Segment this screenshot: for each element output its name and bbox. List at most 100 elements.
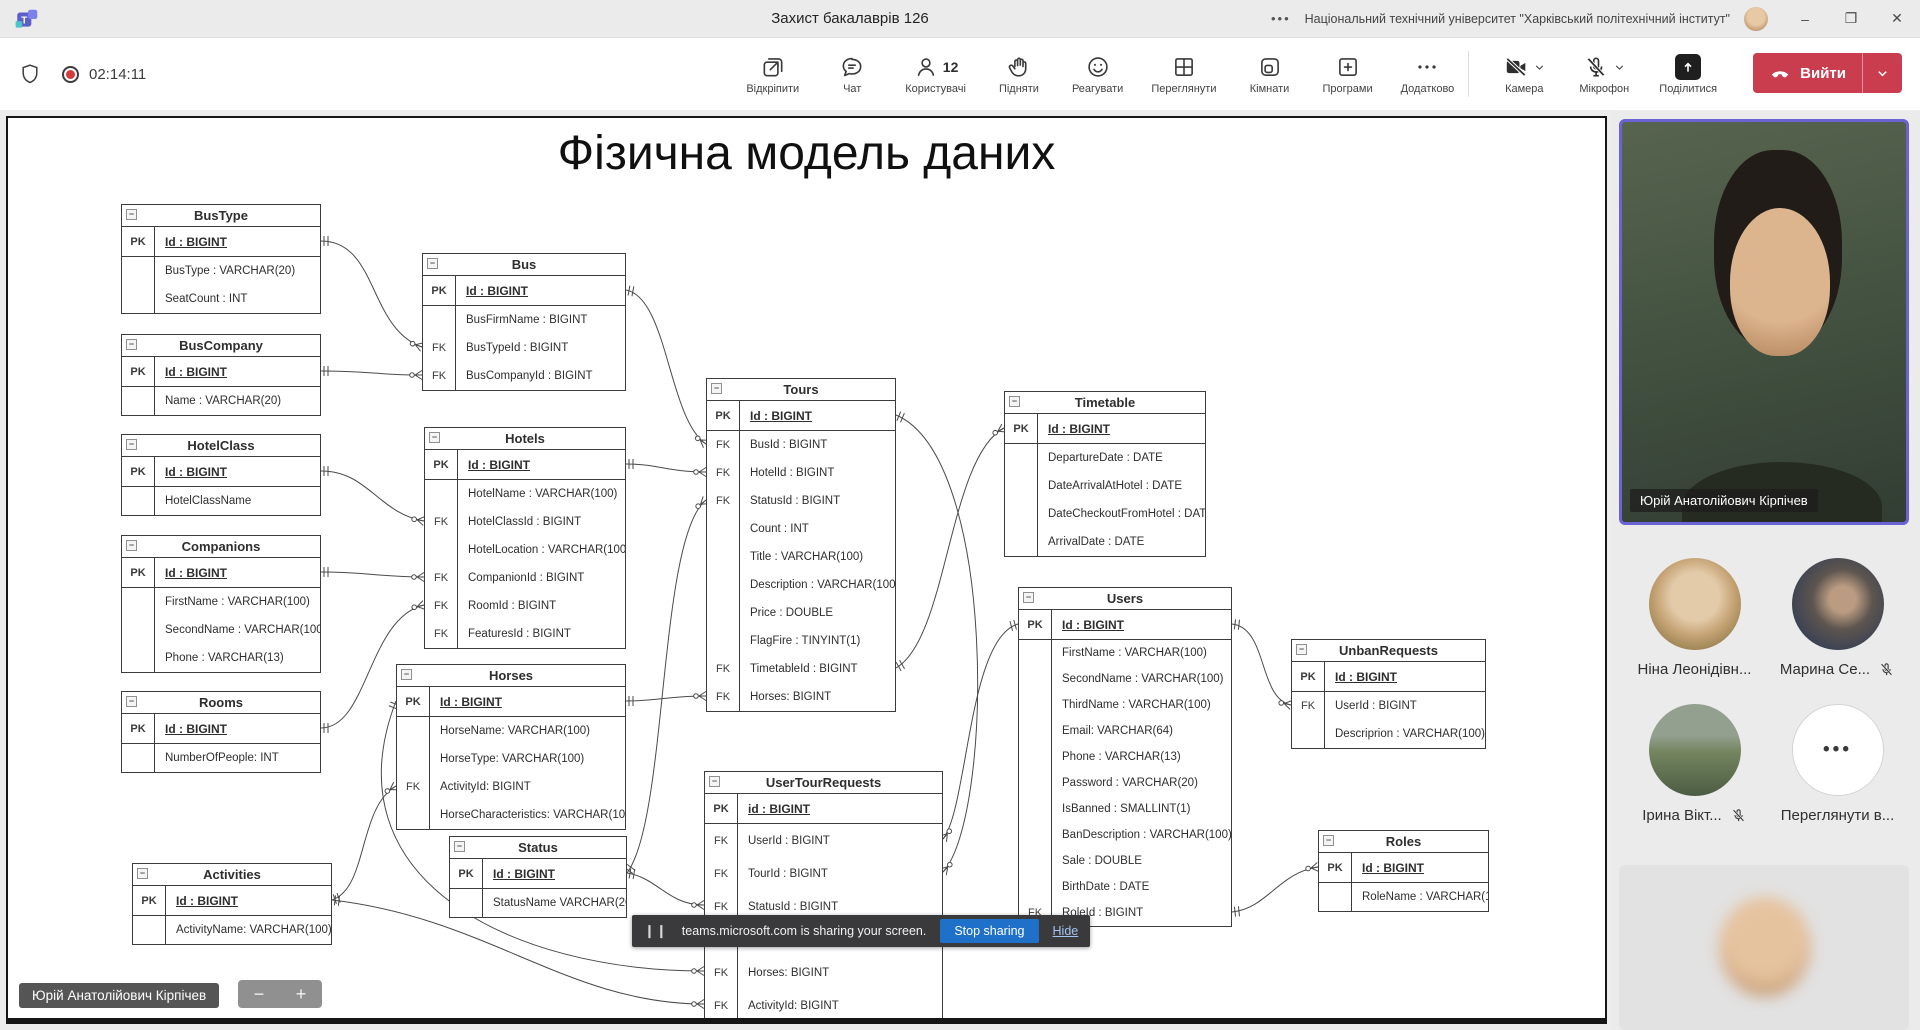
table-row: FKActivityId: BIGINT (397, 773, 625, 801)
active-speaker-video[interactable]: Юрій Анатолійович Кірпічев (1619, 119, 1909, 525)
unpin-icon (760, 54, 786, 80)
people-button[interactable]: 12Користувачі (901, 49, 970, 99)
rooms-icon (1257, 54, 1283, 80)
view-button[interactable]: Переглянути (1147, 49, 1220, 99)
raise-button[interactable]: Підняти (990, 49, 1048, 99)
table-row: FKTimetableId : BIGINT (707, 655, 895, 683)
table-row: BanDescription : VARCHAR(100) (1019, 822, 1231, 848)
participant-video-partial[interactable] (1619, 865, 1909, 1030)
er-table-buscompany: −BusCompanyPKId : BIGINTName : VARCHAR(2… (121, 334, 321, 416)
table-row: PKId : BIGINT (1005, 414, 1205, 444)
table-row: PKId : BIGINT (1319, 853, 1488, 883)
mic-off-icon (1583, 54, 1609, 80)
table-row: PKId : BIGINT (1019, 610, 1231, 640)
collapse-icon: − (454, 841, 465, 852)
minimize-button[interactable]: – (1782, 0, 1828, 37)
apps-button[interactable]: Програми (1319, 49, 1377, 99)
mic-off-icon (1878, 661, 1895, 678)
more-icon (1414, 54, 1440, 80)
er-table-timetable: −TimetablePKId : BIGINTDepartureDate : D… (1004, 391, 1206, 557)
shield-icon (18, 62, 42, 86)
avatar[interactable] (1744, 7, 1768, 31)
svg-text:T: T (21, 15, 27, 26)
titlebar-more-icon[interactable]: ••• (1271, 11, 1291, 26)
table-row: BirthDate : DATE (1019, 874, 1231, 900)
chevron-down-icon[interactable] (1613, 61, 1626, 74)
table-row: Descriprion : VARCHAR(100) (1292, 720, 1485, 748)
table-header: −Tours (707, 379, 895, 401)
table-header: −Rooms (122, 692, 320, 714)
toolbar-divider (1468, 51, 1469, 97)
table-row: PKId : BIGINT (423, 276, 625, 306)
table-row: StatusName VARCHAR(20) (450, 889, 626, 917)
collapse-icon: − (126, 439, 137, 450)
meeting-timer: 02:14:11 (89, 66, 146, 83)
microphone-button[interactable]: Мікрофон (1575, 49, 1633, 99)
pause-sharing-icon[interactable]: ❙❙ (644, 923, 668, 939)
participant-tile[interactable]: Марина Се... (1768, 558, 1908, 678)
table-row: BusFirmName : BIGINT (423, 306, 625, 334)
participant-tile[interactable]: Ірина Вікт... (1625, 704, 1765, 824)
camera-button[interactable]: Камера (1495, 49, 1553, 99)
table-row: SeatCount : INT (122, 285, 320, 313)
restore-button[interactable]: ❐ (1828, 0, 1874, 37)
collapse-icon: − (709, 776, 720, 787)
collapse-icon: − (1009, 396, 1020, 407)
raise-icon (1006, 54, 1032, 80)
leave-button[interactable]: Вийти (1753, 53, 1902, 93)
react-button[interactable]: Реагувати (1068, 49, 1127, 99)
table-row: PKId : BIGINT (450, 859, 626, 889)
table-row: Title : VARCHAR(100) (707, 543, 895, 571)
participant-tile[interactable]: Ніна Леонідівн... (1625, 558, 1765, 678)
participants-count: 12 (943, 59, 959, 75)
er-table-hotels: −HotelsPKId : BIGINTHotelName : VARCHAR(… (424, 427, 626, 649)
table-header: −Status (450, 837, 626, 859)
leave-options-button[interactable] (1863, 53, 1902, 93)
er-table-bus: −BusPKId : BIGINTBusFirmName : BIGINTFKB… (422, 253, 626, 391)
table-row: HotelClassName (122, 487, 320, 515)
table-row: Description : VARCHAR(1000) (707, 571, 895, 599)
table-row: Phone : VARCHAR(13) (1019, 744, 1231, 770)
zoom-controls: − + (238, 980, 322, 1008)
chevron-down-icon[interactable] (1533, 61, 1546, 74)
close-button[interactable]: ✕ (1874, 0, 1920, 37)
view-more-participants[interactable]: •••Переглянути в... (1768, 704, 1908, 824)
hide-banner-link[interactable]: Hide (1053, 924, 1079, 938)
collapse-icon: − (137, 868, 148, 879)
table-row: PKId : BIGINT (133, 886, 331, 916)
shared-screen: Фізична модель даних −BusTypePKId : BIGI… (6, 116, 1607, 1024)
table-row: Email: VARCHAR(64) (1019, 718, 1231, 744)
collapse-icon: − (126, 209, 137, 220)
table-row: Count : INT (707, 515, 895, 543)
table-row: ArrivalDate : DATE (1005, 528, 1205, 556)
meeting-toolbar: 02:14:11 Відкріпити Чат 12Користувачі Підня… (0, 38, 1920, 110)
rooms-button[interactable]: Кімнати (1241, 49, 1299, 99)
meeting-title: Захист бакалаврів 126 (560, 10, 1140, 27)
er-table-activities: −ActivitiesPKId : BIGINTActivityName: VA… (132, 863, 332, 945)
collapse-icon: − (126, 696, 137, 707)
share-button[interactable]: Поділитися (1655, 49, 1721, 99)
table-row: RoleName : VARCHAR(10) (1319, 883, 1488, 911)
er-table-status: −StatusPKId : BIGINTStatusName VARCHAR(2… (449, 836, 627, 918)
presenter-name-pill: Юрій Анатолійович Кірпічев (19, 983, 219, 1008)
zoom-out-button[interactable]: − (238, 980, 280, 1008)
table-row: HorseName: VARCHAR(100) (397, 717, 625, 745)
chat-icon (839, 54, 865, 80)
table-row: FKCompanionId : BIGINT (425, 564, 625, 592)
participant-name: Ірина Вікт... (1642, 807, 1721, 824)
stop-sharing-button[interactable]: Stop sharing (940, 919, 1038, 943)
recording-indicator: 02:14:11 (62, 66, 146, 83)
zoom-in-button[interactable]: + (280, 980, 322, 1008)
table-header: −Users (1019, 588, 1231, 610)
table-row: IsBanned : SMALLINT(1) (1019, 796, 1231, 822)
chat-button[interactable]: Чат (823, 49, 881, 99)
unpin-button[interactable]: Відкріпити (742, 49, 803, 99)
collapse-icon: − (1296, 644, 1307, 655)
more-button[interactable]: Додатково (1397, 49, 1459, 99)
camera-off-icon (1503, 54, 1529, 80)
er-table-tours: −ToursPKId : BIGINTFKBusId : BIGINTFKHot… (706, 378, 896, 712)
table-row: HotelName : VARCHAR(100) (425, 480, 625, 508)
table-row: BusType : VARCHAR(20) (122, 257, 320, 285)
table-row: ActivityName: VARCHAR(100) (133, 916, 331, 944)
phone-end-icon (1769, 62, 1791, 84)
